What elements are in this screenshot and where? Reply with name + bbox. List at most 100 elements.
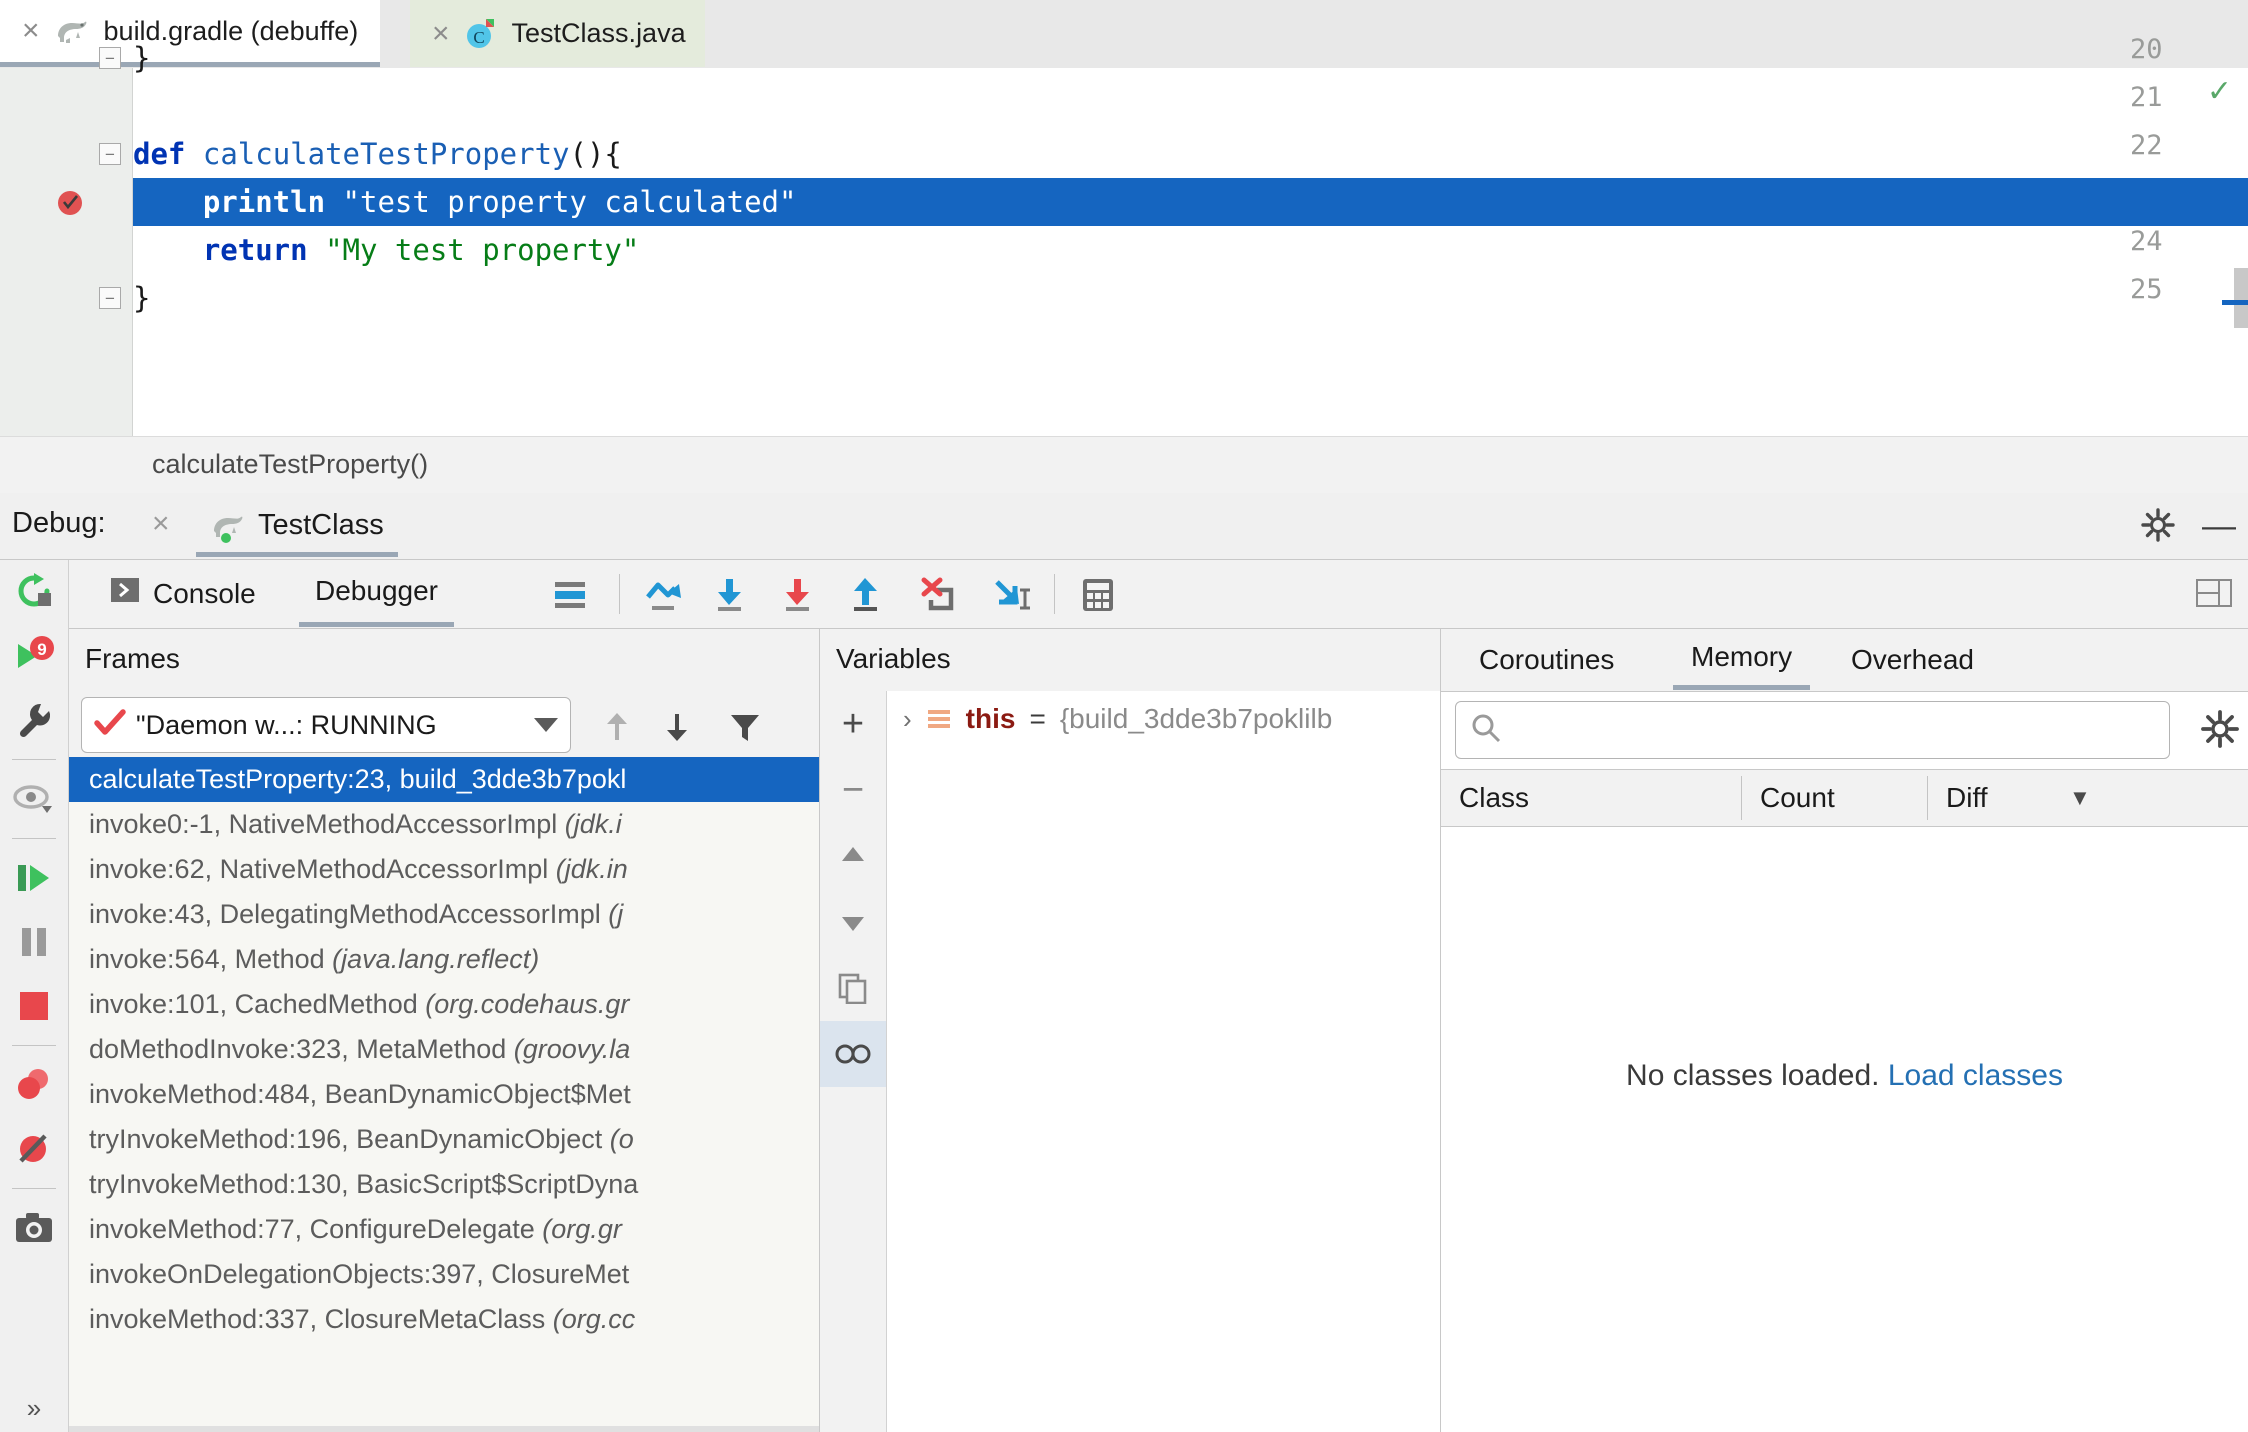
search-icon — [1470, 712, 1502, 749]
variable-row-this[interactable]: › this = {build_3dde3b7poklilb — [887, 691, 1440, 747]
tab-coroutines[interactable]: Coroutines — [1461, 629, 1632, 690]
chevron-right-icon[interactable]: › — [903, 704, 912, 735]
frame-row[interactable]: invoke:101, CachedMethod (org.codehaus.g… — [69, 982, 819, 1027]
column-header-count[interactable]: Count — [1742, 770, 1927, 825]
frame-label: tryInvokeMethod:196, BeanDynamicObject — [89, 1124, 610, 1154]
mute-breakpoints-icon[interactable] — [0, 1117, 68, 1181]
close-icon[interactable]: × — [152, 507, 170, 541]
breakpoint-icon[interactable] — [56, 187, 86, 217]
breadcrumb-label[interactable]: calculateTestProperty() — [152, 449, 428, 480]
tab-console[interactable]: Console — [93, 560, 272, 627]
view-breakpoints-icon[interactable] — [0, 1053, 68, 1117]
frame-row[interactable]: invokeMethod:77, ConfigureDelegate (org.… — [69, 1207, 819, 1252]
move-up-icon[interactable] — [820, 823, 886, 889]
fold-end-icon[interactable]: − — [97, 34, 123, 82]
variables-title: Variables — [836, 643, 951, 674]
tab-debugger-label: Debugger — [315, 575, 438, 606]
frame-row[interactable]: invoke:62, NativeMethodAccessorImpl (jdk… — [69, 847, 819, 892]
frame-package: (org.codehaus.gr — [425, 989, 630, 1019]
frame-row[interactable]: tryInvokeMethod:196, BeanDynamicObject (… — [69, 1117, 819, 1162]
remove-watch-icon[interactable]: − — [820, 757, 886, 823]
chevron-down-icon[interactable] — [534, 718, 558, 732]
frame-label: tryInvokeMethod:130, BasicScript$ScriptD… — [89, 1169, 639, 1199]
code-line-22[interactable]: 22 − def calculateTestProperty(){ — [0, 130, 2248, 178]
frame-row[interactable]: invoke0:-1, NativeMethodAccessorImpl (jd… — [69, 802, 819, 847]
move-down-icon[interactable] — [820, 889, 886, 955]
tab-memory[interactable]: Memory — [1673, 629, 1811, 690]
frame-label: invoke:101, CachedMethod — [89, 989, 426, 1019]
frame-row[interactable]: calculateTestProperty:23, build_3dde3b7p… — [69, 757, 819, 802]
copy-icon[interactable] — [820, 955, 886, 1021]
inspect-icon[interactable] — [820, 1021, 886, 1087]
rail-divider — [12, 759, 56, 760]
add-watch-icon[interactable]: + — [820, 691, 886, 757]
up-arrow-icon[interactable] — [599, 709, 635, 745]
tab-overhead[interactable]: Overhead — [1833, 629, 1992, 690]
load-classes-link[interactable]: Load classes — [1888, 1059, 2063, 1092]
frame-label: invoke0:-1, NativeMethodAccessorImpl — [89, 809, 565, 839]
frame-row[interactable]: invokeMethod:337, ClosureMetaClass (org.… — [69, 1297, 819, 1342]
frame-row[interactable]: tryInvokeMethod:130, BasicScript$ScriptD… — [69, 1162, 819, 1207]
minimize-icon[interactable]: — — [2202, 509, 2236, 543]
fold-end-icon[interactable]: − — [97, 274, 123, 322]
sort-descending-icon[interactable]: ▼ — [2051, 770, 2111, 825]
step-into-icon[interactable] — [709, 574, 751, 616]
breadcrumb[interactable]: calculateTestProperty() — [0, 436, 2248, 494]
code-line-24[interactable]: 24 return "My test property" — [0, 226, 2248, 274]
resume-count-icon[interactable]: 9 — [0, 624, 68, 688]
step-over-icon[interactable] — [641, 574, 683, 616]
memory-panel: Coroutines Memory Overhead Class Count D… — [1441, 629, 2248, 1432]
frame-row[interactable]: doMethodInvoke:323, MetaMethod (groovy.l… — [69, 1027, 819, 1072]
gear-icon[interactable] — [2140, 507, 2176, 543]
frames-list[interactable]: calculateTestProperty:23, build_3dde3b7p… — [69, 757, 819, 1432]
memory-tab-bar: Coroutines Memory Overhead — [1441, 629, 2248, 692]
evaluate-expression-icon[interactable] — [1077, 574, 1119, 616]
frame-row[interactable]: invoke:564, Method (java.lang.reflect) — [69, 937, 819, 982]
force-step-into-icon[interactable] — [777, 574, 819, 616]
rerun-icon[interactable] — [0, 560, 68, 624]
code-line-21[interactable]: 21 — [0, 82, 2248, 130]
down-arrow-icon[interactable] — [659, 709, 695, 745]
layout-icon[interactable] — [549, 574, 591, 616]
memory-search-box[interactable] — [1455, 701, 2170, 759]
code-line-23[interactable]: 23 println "test property calculated" — [0, 178, 2248, 226]
memory-search-input[interactable] — [1514, 713, 2066, 747]
frame-label: invokeMethod:77, ConfigureDelegate — [89, 1214, 543, 1244]
frame-package: (groovy.la — [513, 1034, 631, 1064]
resume-program-icon[interactable] — [0, 846, 68, 910]
wrench-icon[interactable] — [0, 688, 68, 752]
tab-debugger[interactable]: Debugger — [299, 560, 454, 627]
frame-row[interactable]: invokeMethod:484, BeanDynamicObject$Met — [69, 1072, 819, 1117]
column-header-class[interactable]: Class — [1441, 770, 1741, 825]
camera-icon[interactable] — [0, 1196, 68, 1260]
restore-layout-icon[interactable] — [2194, 576, 2234, 612]
frame-package: (o — [609, 1124, 634, 1154]
frame-row[interactable]: invokeOnDelegationObjects:397, ClosureMe… — [69, 1252, 819, 1297]
variables-tree[interactable]: › this = {build_3dde3b7poklilb — [887, 691, 1440, 1432]
expand-toolbar-icon[interactable]: » — [0, 1393, 68, 1424]
drop-frame-icon[interactable] — [917, 574, 959, 616]
step-out-icon[interactable] — [845, 574, 887, 616]
toolbar-divider — [619, 574, 620, 614]
frames-horizontal-scrollbar[interactable] — [69, 1426, 819, 1432]
frame-label: invoke:43, DelegatingMethodAccessorImpl — [89, 899, 609, 929]
frames-header: Frames — [69, 629, 819, 692]
tab-coroutines-label: Coroutines — [1479, 643, 1615, 675]
pause-icon[interactable] — [0, 910, 68, 974]
eye-icon[interactable] — [0, 767, 68, 831]
thread-selector[interactable]: "Daemon w...: RUNNING — [81, 697, 571, 753]
frames-title: Frames — [85, 643, 180, 674]
debug-side-toolbar: 9 » — [0, 560, 69, 1432]
code-editor[interactable]: ✓ 20 − } 21 22 − def calculateTestProper… — [0, 34, 2248, 436]
code-line-25[interactable]: 25 − } — [0, 274, 2248, 322]
rail-divider — [12, 1045, 56, 1046]
code-line-20[interactable]: 20 − } — [0, 34, 2248, 82]
fold-start-icon[interactable]: − — [97, 130, 123, 178]
gear-icon[interactable] — [2200, 709, 2240, 749]
frame-package: (j — [608, 899, 624, 929]
run-to-cursor-icon[interactable] — [989, 574, 1031, 616]
stop-icon[interactable] — [0, 974, 68, 1038]
frame-row[interactable]: invoke:43, DelegatingMethodAccessorImpl … — [69, 892, 819, 937]
filter-icon[interactable] — [727, 709, 763, 745]
debug-session-tab[interactable]: TestClass — [196, 499, 398, 557]
